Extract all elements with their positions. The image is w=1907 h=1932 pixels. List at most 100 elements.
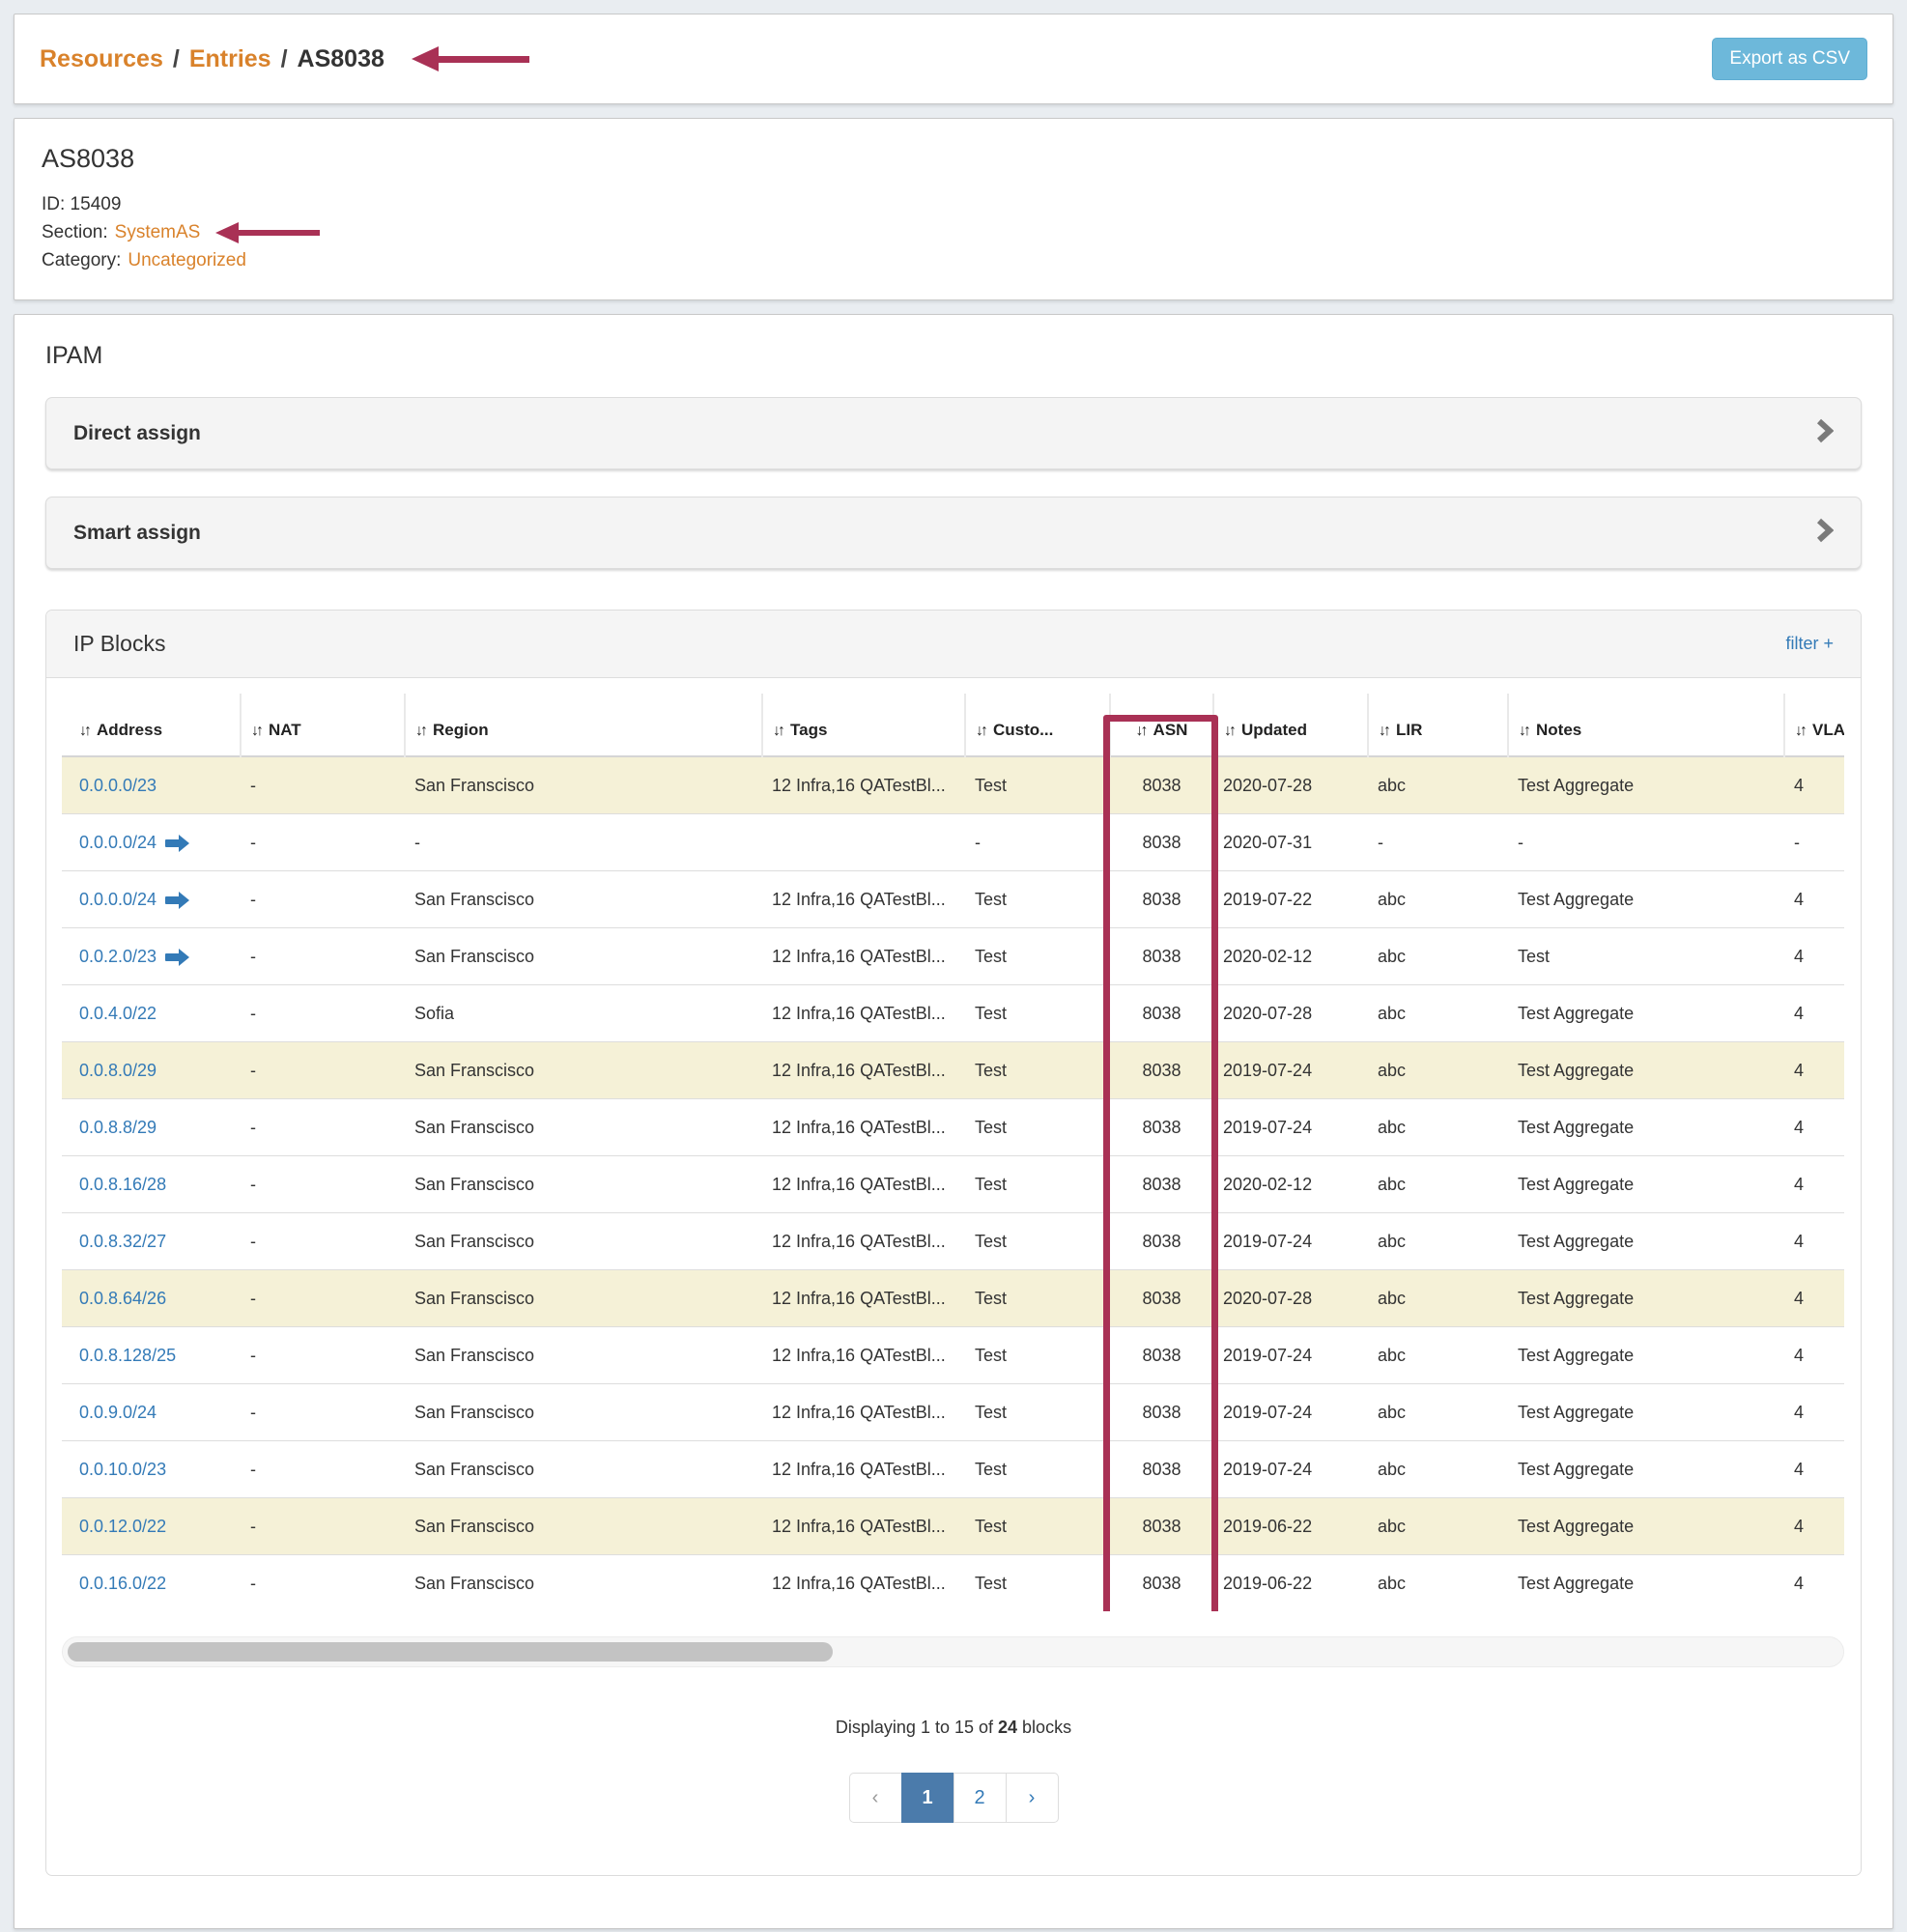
cell-updated: 2019-07-22 (1213, 871, 1368, 928)
cell-region: San Franscisco (405, 1156, 762, 1213)
cell-updated: 2019-06-22 (1213, 1555, 1368, 1612)
column-label: Tags (790, 721, 827, 739)
cell-region: San Franscisco (405, 1555, 762, 1612)
ip-block-link[interactable]: 0.0.8.64/26 (79, 1289, 166, 1308)
table-row: 0.0.8.32/27-San Franscisco12 Infra,16 QA… (62, 1213, 1844, 1270)
ip-block-link[interactable]: 0.0.8.32/27 (79, 1232, 166, 1251)
column-header-tags[interactable]: ↓↑ Tags (762, 694, 965, 756)
sort-icon: ↓↑ (251, 723, 261, 739)
cell-notes: Test Aggregate (1508, 1156, 1784, 1213)
direct-assign-accordion[interactable]: Direct assign (45, 397, 1862, 469)
blocks-count: 24 (998, 1718, 1017, 1737)
smart-assign-accordion[interactable]: Smart assign (45, 497, 1862, 569)
cell-updated: 2019-06-22 (1213, 1498, 1368, 1555)
column-label: Custo... (993, 721, 1053, 739)
ip-blocks-table-wrap: ↓↑Address↓↑NAT↓↑Region↓↑Tags↓↑Custo...↓↑… (62, 694, 1844, 1611)
cell-tags: 12 Infra,16 QATestBl... (762, 1270, 965, 1327)
cell-vlan: 4 (1784, 1270, 1844, 1327)
cell-customer: Test (965, 1498, 1110, 1555)
ip-block-link[interactable]: 0.0.0.0/23 (79, 776, 157, 795)
cell-notes: Test Aggregate (1508, 1384, 1784, 1441)
ip-block-link[interactable]: 0.0.16.0/22 (79, 1574, 166, 1593)
ip-block-link[interactable]: 0.0.4.0/22 (79, 1004, 157, 1023)
direct-assign-label: Direct assign (73, 422, 201, 445)
column-label: Region (433, 721, 489, 739)
cell-asn: 8038 (1110, 1384, 1213, 1441)
sort-icon: ↓↑ (79, 723, 89, 739)
cell-updated: 2019-07-24 (1213, 1384, 1368, 1441)
cell-notes: Test Aggregate (1508, 1042, 1784, 1099)
breadcrumb-link-entries[interactable]: Entries (189, 45, 271, 73)
column-header-region[interactable]: ↓↑Region (405, 694, 762, 756)
table-row: 0.0.0.0/24-San Franscisco12 Infra,16 QAT… (62, 871, 1844, 928)
cell-nat: - (241, 814, 405, 871)
ip-block-link[interactable]: 0.0.0.0/24 (79, 833, 157, 852)
breadcrumb-link-resources[interactable]: Resources (40, 45, 163, 73)
ip-block-link[interactable]: 0.0.8.128/25 (79, 1346, 176, 1365)
cell-lir: abc (1368, 1099, 1508, 1156)
ip-block-link[interactable]: 0.0.0.0/24 (79, 890, 157, 909)
cell-notes: Test Aggregate (1508, 1270, 1784, 1327)
ip-block-link[interactable]: 0.0.10.0/23 (79, 1460, 166, 1479)
cell-updated: 2020-07-28 (1213, 985, 1368, 1042)
ip-blocks-table: ↓↑Address↓↑NAT↓↑Region↓↑Tags↓↑Custo...↓↑… (62, 694, 1844, 1611)
filter-link[interactable]: filter + (1785, 634, 1834, 654)
column-label: Address (97, 721, 162, 739)
page-button-1[interactable]: 1 (901, 1773, 954, 1823)
annotation-arrow-section (215, 222, 320, 243)
table-row: 0.0.12.0/22-San Franscisco12 Infra,16 QA… (62, 1498, 1844, 1555)
cell-region: San Franscisco (405, 1441, 762, 1498)
table-row: 0.0.8.0/29-San Franscisco12 Infra,16 QAT… (62, 1042, 1844, 1099)
entry-category-line: Category:Uncategorized (42, 246, 1865, 274)
cell-lir: abc (1368, 1042, 1508, 1099)
sort-icon: ↓↑ (773, 723, 783, 739)
cell-updated: 2020-02-12 (1213, 1156, 1368, 1213)
breadcrumb-bar: Resources / Entries / AS8038 Export as C… (14, 14, 1893, 104)
column-header-address[interactable]: ↓↑ Address (62, 694, 241, 756)
column-header-updated[interactable]: ↓↑Updated (1213, 694, 1368, 756)
category-link[interactable]: Uncategorized (128, 250, 246, 270)
cell-address: 0.0.0.0/24 (62, 814, 241, 871)
ip-block-link[interactable]: 0.0.12.0/22 (79, 1517, 166, 1536)
column-header-custo[interactable]: ↓↑Custo... (965, 694, 1110, 756)
cell-address: 0.0.0.0/24 (62, 871, 241, 928)
horizontal-scrollbar-thumb[interactable] (68, 1642, 833, 1662)
table-row: 0.0.4.0/22-Sofia12 Infra,16 QATestBl...T… (62, 985, 1844, 1042)
horizontal-scrollbar-track[interactable] (62, 1636, 1844, 1667)
page-next-button[interactable]: › (1006, 1773, 1059, 1823)
cell-notes: Test Aggregate (1508, 1099, 1784, 1156)
cell-region: San Franscisco (405, 928, 762, 985)
cell-customer: Test (965, 1213, 1110, 1270)
export-csv-button[interactable]: Export as CSV (1712, 38, 1867, 80)
cell-asn: 8038 (1110, 1498, 1213, 1555)
cell-tags: 12 Infra,16 QATestBl... (762, 1156, 965, 1213)
cell-tags: 12 Infra,16 QATestBl... (762, 1099, 965, 1156)
page-button-2[interactable]: 2 (954, 1773, 1007, 1823)
page-prev-button[interactable]: ‹ (849, 1773, 902, 1823)
cell-vlan: 4 (1784, 1156, 1844, 1213)
cell-nat: - (241, 1498, 405, 1555)
ip-block-link[interactable]: 0.0.8.16/28 (79, 1175, 166, 1194)
cell-updated: 2020-07-31 (1213, 814, 1368, 871)
column-header-vlan[interactable]: ↓↑VLAN (1784, 694, 1844, 756)
cell-nat: - (241, 1327, 405, 1384)
cell-updated: 2019-07-24 (1213, 1327, 1368, 1384)
section-link[interactable]: SystemAS (115, 222, 201, 242)
cell-address: 0.0.0.0/23 (62, 756, 241, 814)
ip-block-link[interactable]: 0.0.2.0/23 (79, 947, 157, 966)
ip-block-link[interactable]: 0.0.8.8/29 (79, 1118, 157, 1137)
ip-block-link[interactable]: 0.0.8.0/29 (79, 1061, 157, 1080)
cell-notes: Test Aggregate (1508, 756, 1784, 814)
cell-lir: abc (1368, 1498, 1508, 1555)
column-label: NAT (269, 721, 301, 739)
sort-icon: ↓↑ (1379, 723, 1388, 739)
column-header-lir[interactable]: ↓↑LIR (1368, 694, 1508, 756)
column-header-notes[interactable]: ↓↑Notes (1508, 694, 1784, 756)
table-row: 0.0.0.0/24---80382020-07-31--- (62, 814, 1844, 871)
column-header-nat[interactable]: ↓↑ NAT (241, 694, 405, 756)
cell-asn: 8038 (1110, 1156, 1213, 1213)
column-label: Notes (1536, 721, 1581, 739)
column-header-asn[interactable]: ↓↑ASN (1110, 694, 1213, 756)
column-label: VLAN (1812, 721, 1844, 739)
ip-block-link[interactable]: 0.0.9.0/24 (79, 1403, 157, 1422)
